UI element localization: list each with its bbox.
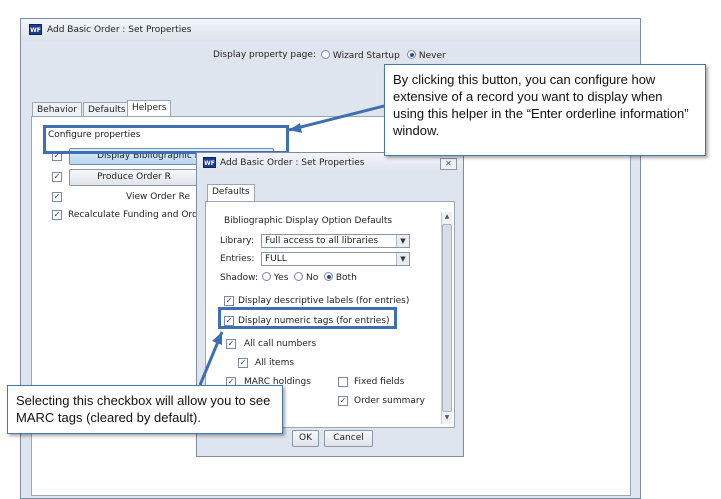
callout-bottom: Selecting this checkbox will allow you t… xyxy=(7,385,283,434)
arrow-top-line xyxy=(288,104,385,132)
callout-top: By clicking this button, you can configu… xyxy=(384,64,706,156)
